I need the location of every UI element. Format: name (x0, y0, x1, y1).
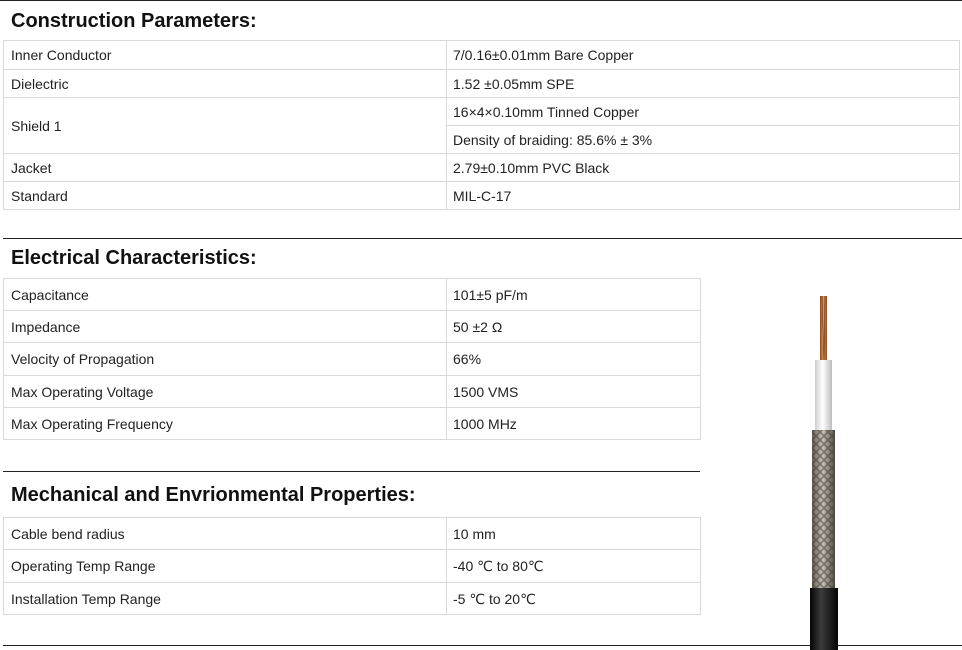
divider (3, 97, 960, 98)
table-cell-label: Max Operating Voltage (11, 384, 154, 400)
table-cell-value: 1.52 ±0.05mm SPE (453, 76, 575, 92)
table-cell-label: Max Operating Frequency (11, 416, 173, 432)
divider (959, 40, 960, 210)
construction-title: Construction Parameters: (11, 10, 257, 32)
section-border (3, 238, 962, 239)
divider (3, 278, 700, 279)
divider (446, 40, 447, 210)
table-cell-label: Jacket (11, 160, 52, 176)
table-cell-value: 101±5 pF/m (453, 287, 528, 303)
table-cell-label: Shield 1 (11, 118, 62, 134)
coax-cable-image (810, 295, 838, 650)
divider (700, 278, 701, 440)
divider (3, 582, 700, 583)
divider (3, 69, 960, 70)
table-cell-label: Operating Temp Range (11, 558, 156, 574)
table-cell-value: 7/0.16±0.01mm Bare Copper (453, 47, 634, 63)
table-cell-value: Density of braiding: 85.6% ± 3% (453, 132, 653, 148)
divider (446, 278, 447, 440)
table-cell-label: Installation Temp Range (11, 591, 161, 607)
table-cell-label: Impedance (11, 319, 81, 335)
table-cell-value: -40 ℃ to 80℃ (453, 558, 544, 574)
table-cell-label: Inner Conductor (11, 47, 112, 63)
divider (447, 125, 960, 126)
divider (3, 40, 4, 210)
table-cell-value: -5 ℃ to 20℃ (453, 591, 536, 607)
table-cell-value: 66% (453, 351, 482, 367)
table-cell-value: 16×4×0.10mm Tinned Copper (453, 104, 640, 120)
divider (3, 181, 960, 182)
section-border (3, 471, 700, 472)
mechanical-title: Mechanical and Envrionmental Properties: (11, 484, 416, 506)
divider (3, 209, 960, 210)
table-cell-label: Cable bend radius (11, 526, 125, 542)
divider (3, 517, 700, 518)
table-cell-value: 10 mm (453, 526, 496, 542)
divider (3, 40, 960, 41)
electrical-title: Electrical Characteristics: (11, 247, 257, 269)
table-cell-value: 1000 MHz (453, 416, 517, 432)
table-cell-value: 1500 VMS (453, 384, 519, 400)
top-border (0, 0, 962, 1)
divider (446, 517, 447, 615)
divider (3, 549, 700, 550)
table-cell-label: Dielectric (11, 76, 69, 92)
table-cell-label: Capacitance (11, 287, 89, 303)
divider (3, 310, 700, 311)
table-cell-label: Standard (11, 188, 68, 204)
divider (3, 342, 700, 343)
table-cell-label: Velocity of Propagation (11, 351, 155, 367)
divider (3, 614, 700, 615)
divider (3, 278, 4, 440)
divider (700, 517, 701, 615)
table-cell-value: 50 ±2 Ω (453, 319, 503, 335)
divider (3, 407, 700, 408)
divider (3, 439, 700, 440)
divider (3, 153, 960, 154)
table-cell-value: MIL-C-17 (453, 188, 512, 204)
table-cell-value: 2.79±0.10mm PVC Black (453, 160, 610, 176)
divider (3, 375, 700, 376)
divider (3, 517, 4, 615)
